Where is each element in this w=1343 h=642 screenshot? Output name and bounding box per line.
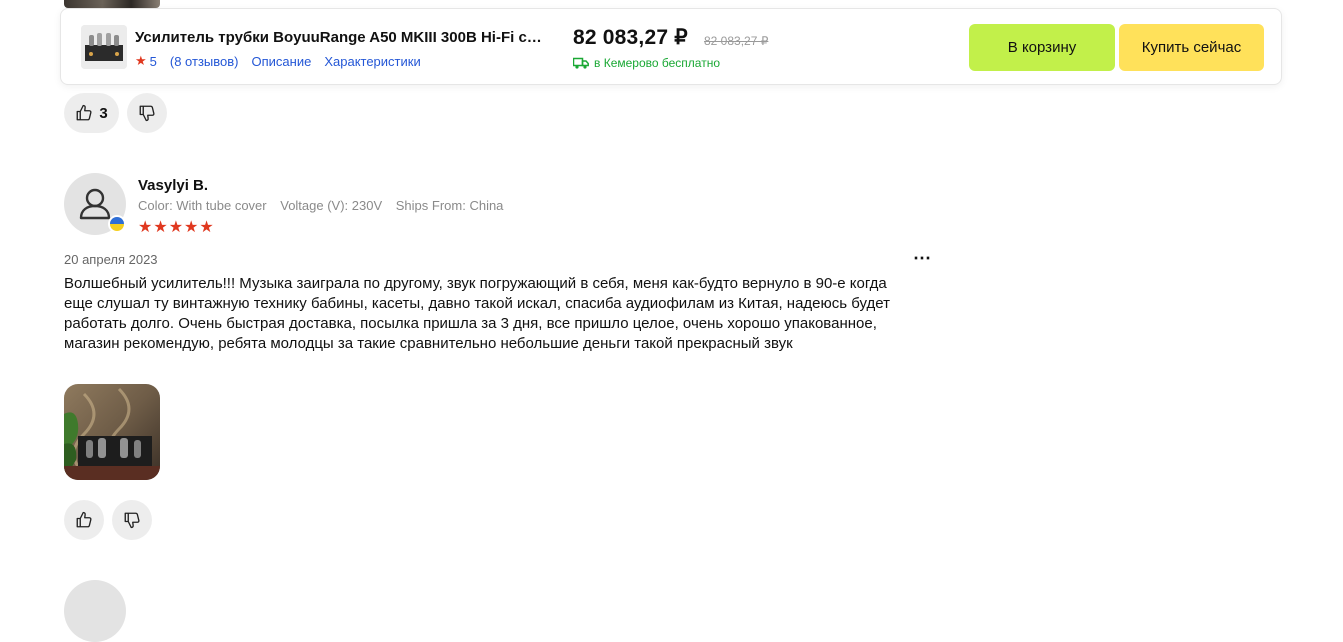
review-author: Vasylyi B. xyxy=(138,177,209,194)
review-date: 20 апреля 2023 xyxy=(64,252,158,267)
attribute-color: Color: With tube cover xyxy=(138,198,267,213)
like-button[interactable] xyxy=(64,500,104,540)
product-meta: ★ 5 (8 отзывов) Описание Характеристики xyxy=(135,53,434,69)
thumbs-up-icon xyxy=(76,511,92,528)
product-rating: 5 xyxy=(149,53,157,69)
like-count: 3 xyxy=(99,104,108,122)
thumbs-down-icon xyxy=(124,512,140,529)
product-sticky-bar: Усилитель трубки BoyuuRange A50 MKIII 30… xyxy=(60,8,1282,85)
add-to-cart-button[interactable]: В корзину xyxy=(969,24,1115,71)
star-icon: ★ xyxy=(135,53,147,68)
thumbs-up-icon xyxy=(76,104,92,121)
delivery-info: в Кемерово бесплатно xyxy=(573,56,720,70)
next-review-avatar xyxy=(64,580,126,642)
attribute-ships-from: Ships From: China xyxy=(395,198,504,213)
description-link[interactable]: Описание xyxy=(252,54,312,69)
review-photo[interactable] xyxy=(64,384,160,480)
attribute-voltage: Voltage (V): 230V xyxy=(280,198,383,213)
review-attributes: Color: With tube cover Voltage (V): 230V… xyxy=(138,198,513,213)
dislike-button[interactable] xyxy=(127,93,167,133)
like-button[interactable]: 3 xyxy=(64,93,119,133)
product-thumbnail[interactable] xyxy=(81,25,127,69)
buy-now-button[interactable]: Купить сейчас xyxy=(1119,24,1264,71)
avatar xyxy=(64,173,126,235)
review-stars: ★★★★★ xyxy=(138,219,215,236)
product-price: 82 083,27 ₽ xyxy=(573,26,688,49)
product-title[interactable]: Усилитель трубки BoyuuRange A50 MKIII 30… xyxy=(135,29,545,46)
more-icon[interactable]: ⋯ xyxy=(913,248,932,269)
reviews-link[interactable]: (8 отзывов) xyxy=(170,54,239,69)
product-old-price: 82 083,27 ₽ xyxy=(704,34,769,48)
review-text: Волшебный усилитель!!! Музыка заиграла п… xyxy=(64,275,890,352)
previous-review-photo[interactable] xyxy=(64,0,160,8)
country-flag-icon xyxy=(108,215,126,233)
thumbs-down-icon xyxy=(139,105,155,122)
specs-link[interactable]: Характеристики xyxy=(324,54,420,69)
dislike-button[interactable] xyxy=(112,500,152,540)
truck-icon xyxy=(573,57,589,69)
delivery-text: в Кемерово бесплатно xyxy=(594,56,721,70)
